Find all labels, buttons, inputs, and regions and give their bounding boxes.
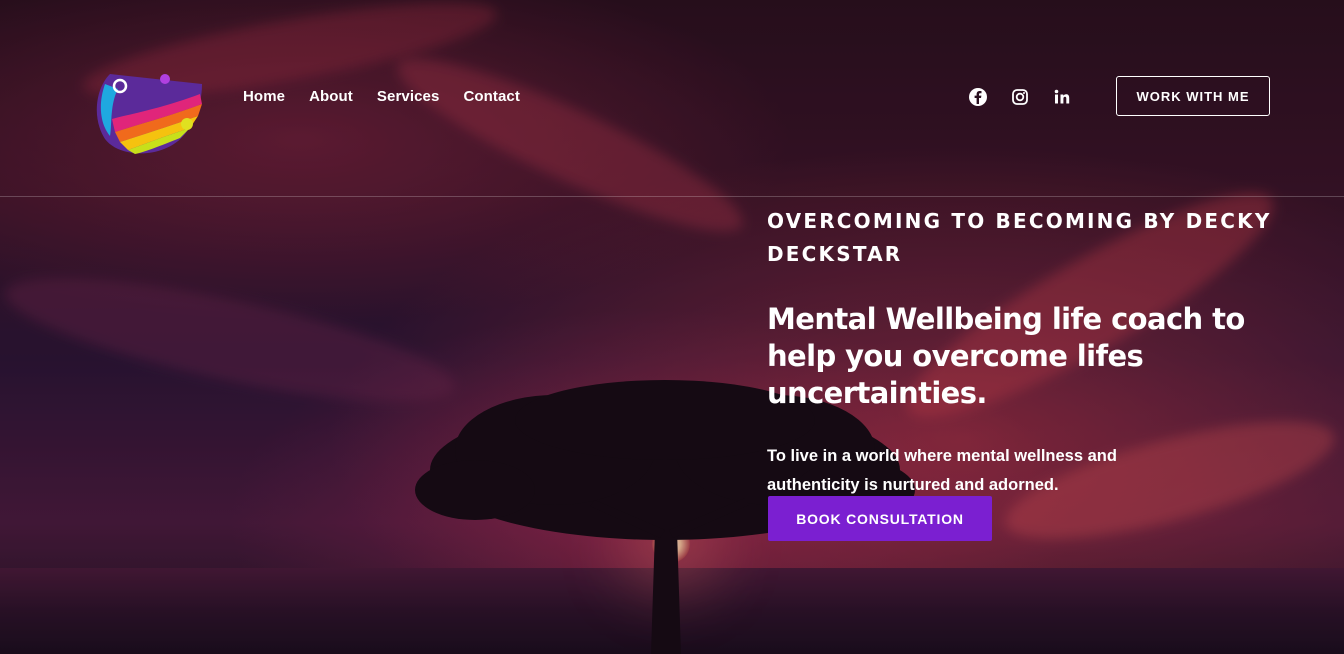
nav-home-link[interactable]: Home — [243, 88, 285, 105]
work-with-me-button[interactable]: WORK WITH ME — [1116, 76, 1270, 116]
site-header: Home About Services Contact WORK WITH ME — [0, 0, 1344, 197]
social-links — [968, 87, 1072, 107]
hero-eyebrow: OVERCOMING TO BECOMING BY DECKY DECKSTAR — [767, 209, 1272, 266]
brand-logo[interactable] — [90, 64, 206, 158]
nav-about-link[interactable]: About — [309, 88, 353, 105]
linkedin-icon[interactable] — [1052, 87, 1072, 107]
instagram-icon[interactable] — [1010, 87, 1030, 107]
nav-contact-link[interactable]: Contact — [463, 88, 520, 105]
nav-services-link[interactable]: Services — [377, 88, 440, 105]
hero-content: OVERCOMING TO BECOMING BY DECKY DECKSTAR… — [767, 205, 1287, 500]
hero-subtext: To live in a world where mental wellness… — [767, 447, 1117, 494]
hero-headline: Mental Wellbeing life coach to help you … — [767, 302, 1245, 410]
main-nav: Home About Services Contact — [243, 88, 544, 105]
facebook-icon[interactable] — [968, 87, 988, 107]
book-consultation-button[interactable]: BOOK CONSULTATION — [768, 496, 992, 541]
